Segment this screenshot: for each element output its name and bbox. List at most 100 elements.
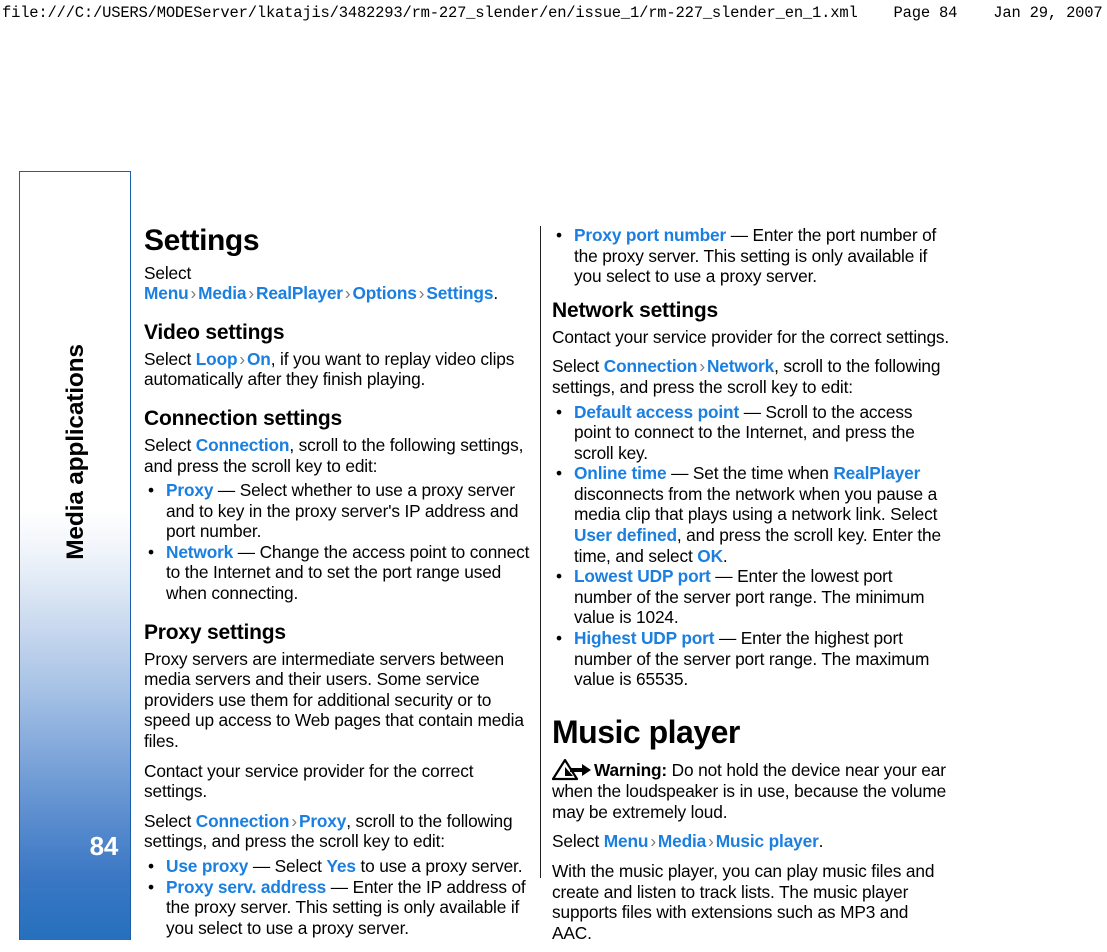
heading-network-settings: Network settings: [552, 298, 718, 322]
chapter-label-text: Media applications: [62, 344, 89, 560]
bullet-dot-icon: •: [556, 463, 562, 484]
print-header-date: Jan 29, 2007 12:37:36 PM: [993, 4, 1107, 22]
chevron-right-icon: ›: [650, 831, 656, 852]
breadcrumb-music-player: Music player: [715, 831, 819, 852]
desc: disconnects from the network when you pa…: [574, 483, 938, 525]
list-item: • Proxy serv. address — Enter the IP addr…: [144, 877, 534, 939]
network-settings-paragraph-1: Contact your service provider for the co…: [552, 326, 950, 347]
breadcrumb-realplayer: RealPlayer: [255, 283, 343, 304]
breadcrumb-options: Options: [352, 283, 417, 304]
dash: —: [726, 225, 753, 245]
breadcrumb-settings: Settings: [426, 283, 494, 304]
term-online-time: Online time: [574, 463, 667, 484]
ui-ok: OK: [697, 545, 723, 566]
proxy-port-bullet-list: • Proxy port number — Enter the port numb…: [552, 225, 950, 287]
music-player-breadcrumb: Select Menu › Media › Music player.: [552, 831, 950, 852]
chevron-right-icon: ›: [418, 283, 425, 304]
column-divider: [540, 226, 541, 878]
term-proxy: Proxy: [166, 480, 214, 501]
ui-on: On: [247, 348, 271, 369]
warning-triangle-arrow-icon: [551, 759, 592, 781]
bullet-dot-icon: •: [148, 541, 154, 562]
dash: — Set the time when: [666, 463, 834, 484]
term-network: Network: [166, 541, 234, 562]
proxy-settings-paragraph-1: Proxy servers are intermediate servers b…: [144, 648, 524, 752]
connection-settings-paragraph: Select Connection, scroll to the followi…: [144, 435, 534, 476]
ui-connection: Connection: [195, 435, 290, 455]
mp-lead: Select: [552, 831, 604, 852]
connection-lead: Select: [144, 435, 196, 455]
left-column: Settings Select Menu › Media › RealPlayer › Op…: [144, 225, 534, 947]
desc-end: .: [722, 545, 728, 566]
ui-network: Network: [706, 356, 775, 377]
dash: — Select: [248, 855, 327, 876]
network-settings-bullet-list: • Default access point — Scroll to the ac…: [552, 402, 950, 690]
chevron-right-icon: ›: [708, 831, 714, 852]
list-item: • Lowest UDP port — Enter the lowest port…: [552, 566, 950, 628]
chevron-right-icon: ›: [239, 348, 246, 369]
connection-settings-bullet-list: • Proxy — Select whether to use a proxy s…: [144, 480, 534, 603]
bullet-dot-icon: •: [556, 627, 562, 648]
list-item: • Use proxy — Select Yes to use a proxy s…: [144, 856, 534, 877]
breadcrumb-lead: Select: [144, 262, 192, 283]
bullet-dot-icon: •: [556, 566, 562, 587]
list-item: • Proxy port number — Enter the port numb…: [552, 225, 950, 287]
chapter-label-rotated: Media applications: [20, 172, 132, 732]
list-item: • Highest UDP port — Enter the highest po…: [552, 628, 950, 690]
breadcrumb-tail: .: [493, 283, 498, 304]
term-use-proxy: Use proxy: [166, 855, 249, 876]
warning-block: Warning: Do not hold the device near you…: [551, 759, 950, 822]
chapter-side-tab: Media applications 84: [19, 171, 131, 940]
settings-breadcrumb-paragraph: Select Menu › Media › RealPlayer › Options › Set…: [144, 263, 534, 304]
term-proxy-serv-address: Proxy serv. address: [166, 876, 327, 897]
proxy-settings-paragraph-3: Select Connection › Proxy, scroll to the f…: [144, 811, 534, 852]
ui-user-defined: User defined: [574, 525, 677, 546]
right-column: • Proxy port number — Enter the port numb…: [551, 225, 950, 952]
chevron-right-icon: ›: [699, 356, 705, 377]
ui-proxy: Proxy: [298, 810, 347, 831]
music-player-paragraph: With the music player, you can play musi…: [552, 860, 935, 943]
dash: —: [714, 627, 741, 648]
breadcrumb-media: Media: [657, 831, 707, 852]
chevron-right-icon: ›: [291, 810, 297, 831]
desc: to use a proxy server.: [355, 855, 523, 876]
print-header-page: Page 84: [893, 4, 958, 22]
proxy-settings-paragraph-2: Contact your service provider for the co…: [144, 760, 474, 802]
list-item: • Network — Change the access point to co…: [144, 542, 534, 604]
term-highest-udp-port: Highest UDP port: [574, 627, 715, 648]
dash: —: [233, 541, 260, 562]
ui-connection: Connection: [195, 810, 290, 831]
warning-label: Warning:: [594, 760, 668, 781]
ui-connection: Connection: [603, 356, 698, 377]
dash: —: [213, 480, 240, 501]
term-lowest-udp-port: Lowest UDP port: [574, 566, 711, 587]
term-proxy-port-number: Proxy port number: [574, 225, 727, 245]
chevron-right-icon: ›: [248, 283, 254, 304]
video-settings-paragraph: Select Loop › On, if you want to replay vi…: [144, 349, 534, 390]
heading-proxy-settings: Proxy settings: [144, 620, 286, 644]
term-default-access-point: Default access point: [574, 401, 740, 422]
page-title: Settings: [144, 224, 260, 257]
network-lead: Select: [552, 356, 604, 377]
bullet-dot-icon: •: [556, 401, 562, 422]
breadcrumb-menu: Menu: [603, 831, 649, 852]
ui-realplayer: RealPlayer: [833, 463, 921, 484]
heading-video-settings: Video settings: [144, 320, 285, 344]
bullet-dot-icon: •: [148, 480, 154, 501]
dash: —: [710, 566, 738, 587]
breadcrumb-menu: Menu: [144, 283, 189, 304]
print-header-url: file:///C:/USERS/MODEServer/lkatajis/348…: [2, 4, 858, 22]
mp-tail: .: [818, 831, 824, 852]
proxy-settings-bullet-list: • Use proxy — Select Yes to use a proxy s…: [144, 856, 534, 938]
heading-connection-settings: Connection settings: [144, 406, 343, 430]
list-item: • Online time — Set the time when RealPla…: [552, 463, 950, 566]
ui-loop: Loop: [195, 348, 238, 369]
ui-yes: Yes: [326, 855, 356, 876]
list-item: • Default access point — Scroll to the ac…: [552, 402, 950, 464]
network-settings-paragraph-2: Select Connection › Network, scroll to the…: [552, 356, 950, 397]
page-number: 84: [89, 831, 119, 861]
browser-print-header: file:///C:/USERS/MODEServer/lkatajis/348…: [0, 0, 1107, 26]
bullet-dot-icon: •: [148, 855, 154, 876]
bullet-dot-icon: •: [148, 876, 154, 897]
list-item: • Proxy — Select whether to use a proxy s…: [144, 480, 534, 542]
